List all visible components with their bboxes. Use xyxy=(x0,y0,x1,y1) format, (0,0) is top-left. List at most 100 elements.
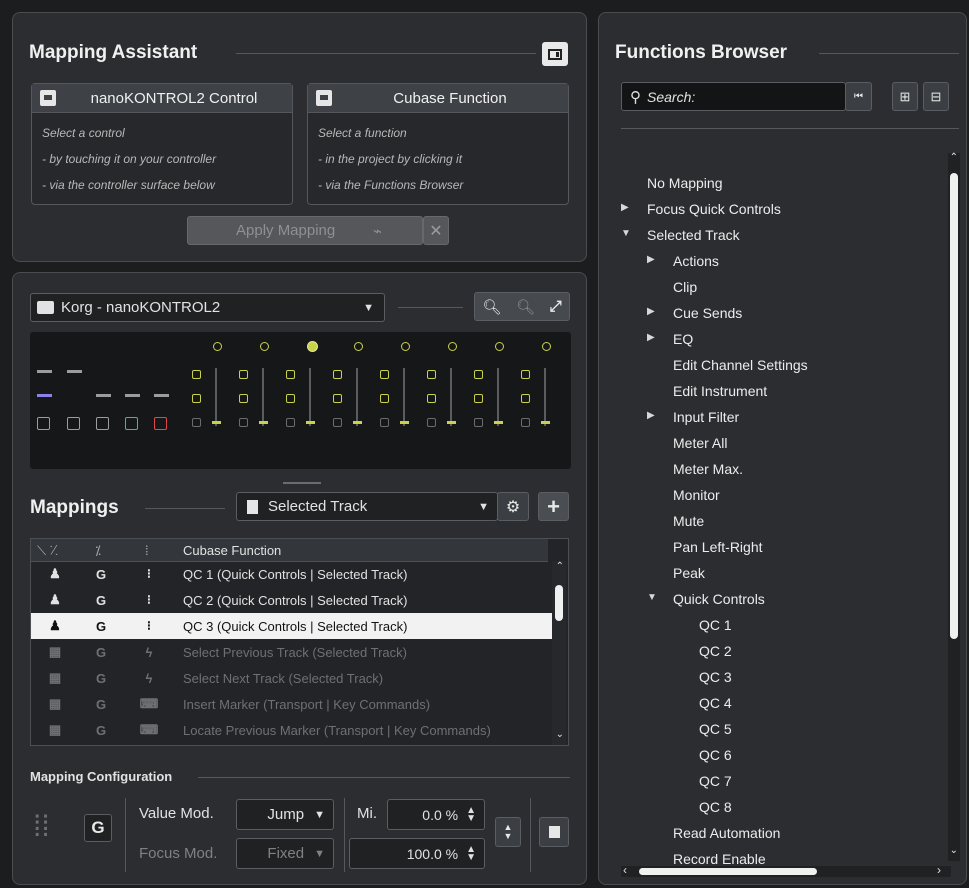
tree-item-input-filter[interactable]: Input Filter xyxy=(673,409,739,425)
table-row[interactable]: ▦ Gϟ Select Previous Track (Selected Track… xyxy=(31,639,553,665)
knob-selected[interactable] xyxy=(307,341,318,352)
column-header-controller[interactable]: ⟍ ⁒ xyxy=(37,543,58,559)
scroll-up-icon[interactable]: ⌃ xyxy=(556,561,564,572)
marker-set-button[interactable] xyxy=(96,394,111,397)
functions-tree[interactable]: ▶ ▼ ▶ ▶ ▶ ▶ ▼ No Mapping Focus Quick Con… xyxy=(599,153,949,873)
track-right-button[interactable] xyxy=(67,370,82,373)
tree-item-edit-instrument[interactable]: Edit Instrument xyxy=(673,383,767,399)
clear-mapping-button[interactable]: ✕ xyxy=(423,216,449,245)
rewind-button[interactable] xyxy=(37,417,50,430)
scrollbar-thumb[interactable] xyxy=(555,585,563,621)
page-settings-button[interactable]: ⚙ xyxy=(497,492,529,521)
scroll-up-icon[interactable]: ⌃ xyxy=(950,152,958,163)
knob[interactable] xyxy=(495,342,504,351)
tree-item-peak[interactable]: Peak xyxy=(673,565,705,581)
fader[interactable] xyxy=(306,421,315,424)
scroll-right-icon[interactable]: › xyxy=(937,863,941,877)
tree-item-qc-7[interactable]: QC 7 xyxy=(699,773,732,789)
table-row[interactable]: ▦ G ⌨ Insert Marker (Transport | Key Comman… xyxy=(31,691,553,717)
tree-item-qc-1[interactable]: QC 1 xyxy=(699,617,732,633)
marker-right-button[interactable] xyxy=(154,394,169,397)
tree-item-actions[interactable]: Actions xyxy=(673,253,719,269)
controller-surface[interactable] xyxy=(30,332,571,469)
marker-left-button[interactable] xyxy=(125,394,140,397)
function-card[interactable]: Cubase Function Select a function - in t… xyxy=(307,83,569,205)
fader[interactable] xyxy=(400,421,409,424)
knob[interactable] xyxy=(260,342,269,351)
collapse-all-button[interactable]: ⊟ xyxy=(923,82,949,111)
knob[interactable] xyxy=(354,342,363,351)
play-button[interactable] xyxy=(125,417,138,430)
focus-mode-select[interactable]: Fixed ▼ xyxy=(236,838,334,869)
table-row[interactable]: ♟ G ⁝ QC 1 (Quick Controls | Selected Track… xyxy=(31,561,553,587)
zoom-out-icon[interactable]: 🔍︎ xyxy=(516,298,535,316)
delete-mapping-button[interactable] xyxy=(539,817,569,847)
fader[interactable] xyxy=(259,421,268,424)
fader[interactable] xyxy=(447,421,456,424)
mappings-table[interactable]: ⟍ ⁒ ⁒ ⁞ Cubase Function ♟ G ⁝ QC 1 (Quick C… xyxy=(30,538,569,746)
tree-item-qc-3[interactable]: QC 3 xyxy=(699,669,732,685)
tree-item-cue-sends[interactable]: Cue Sends xyxy=(673,305,742,321)
scroll-down-icon[interactable]: ⌄ xyxy=(556,729,564,740)
column-header-function[interactable]: Cubase Function xyxy=(183,543,281,558)
search-reset-button[interactable]: ⏮ xyxy=(845,82,872,111)
splitter-handle[interactable] xyxy=(283,482,321,484)
tree-item-quick-controls[interactable]: Quick Controls xyxy=(673,591,765,607)
max-value-field[interactable]: 100.0 % ▲ ▼ xyxy=(349,838,485,869)
controller-card[interactable]: nanoKONTROL2 Control Select a control - … xyxy=(31,83,293,205)
cycle-button[interactable] xyxy=(37,394,52,397)
tree-item-meter-max[interactable]: Meter Max. xyxy=(673,461,743,477)
track-left-button[interactable] xyxy=(37,370,52,373)
zoom-in-icon[interactable]: 🔍︎ xyxy=(482,298,501,316)
tree-item-edit-channel-settings[interactable]: Edit Channel Settings xyxy=(673,357,808,373)
global-toggle-button[interactable]: G xyxy=(84,814,112,842)
expand-icon[interactable]: ⤢ xyxy=(550,298,562,315)
fader[interactable] xyxy=(541,421,550,424)
expand-all-button[interactable]: ⊞ xyxy=(892,82,918,111)
tree-item-qc-8[interactable]: QC 8 xyxy=(699,799,732,815)
tree-item-qc-4[interactable]: QC 4 xyxy=(699,695,732,711)
toggle-panel-button[interactable] xyxy=(542,42,568,66)
browser-scrollbar-thumb[interactable] xyxy=(950,173,958,639)
tree-item-qc-5[interactable]: QC 5 xyxy=(699,721,732,737)
tree-item-pan-left-right[interactable]: Pan Left-Right xyxy=(673,539,763,555)
tree-item-meter-all[interactable]: Meter All xyxy=(673,435,727,451)
mapping-page-selector[interactable]: Selected Track ▼ xyxy=(236,492,498,521)
tree-item-qc-2[interactable]: QC 2 xyxy=(699,643,732,659)
apply-mapping-button[interactable]: Apply Mapping ⌁ xyxy=(187,216,423,245)
tree-item-mute[interactable]: Mute xyxy=(673,513,704,529)
fader[interactable] xyxy=(494,421,503,424)
min-value-field[interactable]: 0.0 % ▲ ▼ xyxy=(387,799,485,830)
tree-item-record-enable[interactable]: Record Enable xyxy=(673,851,766,867)
tree-item-clip[interactable]: Clip xyxy=(673,279,697,295)
add-page-button[interactable]: + xyxy=(538,492,569,521)
tree-item-monitor[interactable]: Monitor xyxy=(673,487,720,503)
tree-item-no-mapping[interactable]: No Mapping xyxy=(647,175,723,191)
fader[interactable] xyxy=(353,421,362,424)
device-selector[interactable]: Korg - nanoKONTROL2 ▼ xyxy=(30,293,385,322)
search-input[interactable]: ⚲ Search: xyxy=(621,82,846,111)
table-row-selected[interactable]: ♟ G ⁝ QC 3 (Quick Controls | Selected Track… xyxy=(31,613,553,639)
knob[interactable] xyxy=(401,342,410,351)
swap-range-button[interactable]: ▲ ▼ xyxy=(495,817,521,847)
record-button[interactable] xyxy=(154,417,167,430)
scroll-left-icon[interactable]: ‹ xyxy=(623,863,627,877)
knob[interactable] xyxy=(213,342,222,351)
column-header-type[interactable]: ⁞ xyxy=(145,543,149,558)
forward-button[interactable] xyxy=(67,417,80,430)
browser-h-scrollbar-thumb[interactable] xyxy=(639,868,817,875)
tree-item-eq[interactable]: EQ xyxy=(673,331,693,347)
stepper-icon[interactable]: ▲ ▼ xyxy=(466,805,476,823)
value-mode-select[interactable]: Jump ▼ xyxy=(236,799,334,830)
fader[interactable] xyxy=(212,421,221,424)
scroll-down-icon[interactable]: ⌄ xyxy=(950,845,958,856)
knob[interactable] xyxy=(448,342,457,351)
column-header-global[interactable]: ⁒ xyxy=(95,543,101,559)
table-row[interactable]: ▦ Gϟ Select Next Track (Selected Track) xyxy=(31,665,553,691)
stepper-icon[interactable]: ▲ ▼ xyxy=(466,844,476,862)
knob[interactable] xyxy=(542,342,551,351)
table-row[interactable]: ▦ G ⌨ Locate Previous Marker (Transport | K… xyxy=(31,717,553,743)
tree-item-selected-track[interactable]: Selected Track xyxy=(647,227,740,243)
stop-button[interactable] xyxy=(96,417,109,430)
tree-item-read-automation[interactable]: Read Automation xyxy=(673,825,780,841)
